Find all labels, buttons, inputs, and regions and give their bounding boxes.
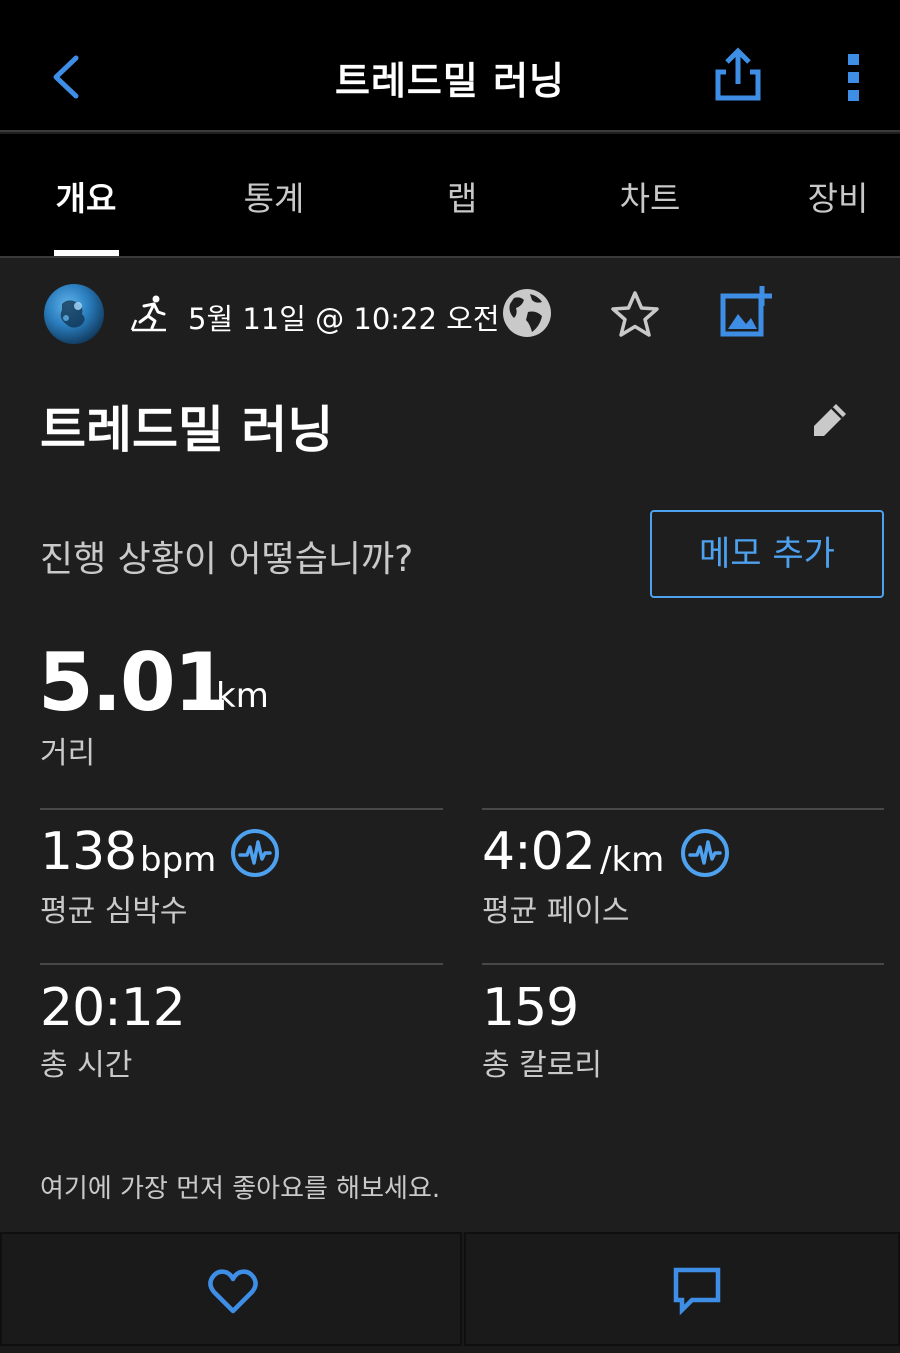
privacy-button[interactable]: [500, 286, 554, 340]
likes-prompt: 여기에 가장 먼저 좋아요를 해보세요.: [40, 1174, 441, 1204]
avg-pace-value: 4:02: [482, 822, 596, 882]
more-options-button[interactable]: [834, 50, 876, 106]
comment-button[interactable]: [464, 1232, 900, 1346]
note-prompt: 진행 상황이 어떻습니까?: [40, 539, 414, 580]
more-vertical-icon: [848, 54, 859, 101]
avg-pace-label: 평균 페이스: [482, 894, 630, 929]
divider: [482, 963, 884, 965]
treadmill-run-icon: [130, 295, 166, 332]
avg-heart-rate-unit: bpm: [140, 840, 217, 880]
globe-icon: [503, 289, 551, 337]
like-button[interactable]: [0, 1232, 462, 1346]
top-app-bar: 트레드밀 러닝: [0, 0, 900, 132]
tab-bar: 개요 통계 랩 차트 장비: [0, 134, 900, 258]
avg-pace-unit: /km: [600, 840, 665, 880]
share-button[interactable]: [712, 46, 764, 106]
heart-icon: [208, 1269, 258, 1314]
favorite-button[interactable]: [608, 288, 662, 342]
tab-charts[interactable]: 차트: [620, 172, 681, 220]
divider: [40, 963, 443, 965]
divider: [482, 808, 884, 810]
avatar[interactable]: [44, 284, 104, 344]
pencil-icon: [814, 404, 846, 436]
tab-gear[interactable]: 장비: [808, 172, 869, 220]
avg-heart-rate-label: 평균 심박수: [40, 894, 188, 929]
avg-heart-rate-value: 138: [40, 822, 137, 882]
activity-title: 트레드밀 러닝: [40, 401, 334, 459]
pulse-icon: [231, 829, 279, 877]
avatar-image: [60, 300, 85, 328]
pace-chart-button[interactable]: [680, 828, 730, 878]
distance-unit: km: [216, 676, 269, 716]
comment-icon: [673, 1267, 721, 1316]
distance-value: 5.01: [38, 636, 229, 729]
total-calories-label: 총 칼로리: [482, 1048, 602, 1083]
social-action-bar: [0, 1232, 900, 1353]
activity-date: 5월 11일 @ 10:22 오전: [188, 302, 500, 336]
edit-title-button[interactable]: [810, 400, 850, 440]
activity-meta-row: 5월 11일 @ 10:22 오전: [0, 258, 900, 368]
heart-rate-chart-button[interactable]: [230, 828, 280, 878]
total-calories-value: 159: [482, 978, 579, 1038]
add-note-button[interactable]: 메모 추가: [650, 510, 884, 598]
distance-label: 거리: [40, 736, 96, 771]
star-icon: [611, 291, 659, 337]
add-photo-button[interactable]: [718, 284, 774, 340]
page-title: 트레드밀 러닝: [335, 59, 565, 103]
share-icon: [715, 47, 761, 101]
total-time-label: 총 시간: [40, 1048, 133, 1083]
total-time-value: 20:12: [40, 978, 186, 1038]
pulse-icon: [681, 829, 729, 877]
tab-laps[interactable]: 랩: [447, 172, 477, 220]
active-tab-indicator: [54, 250, 119, 256]
add-photo-icon: [720, 286, 772, 337]
tab-overview[interactable]: 개요: [56, 172, 117, 220]
tab-stats[interactable]: 통계: [244, 172, 305, 220]
divider: [40, 808, 443, 810]
